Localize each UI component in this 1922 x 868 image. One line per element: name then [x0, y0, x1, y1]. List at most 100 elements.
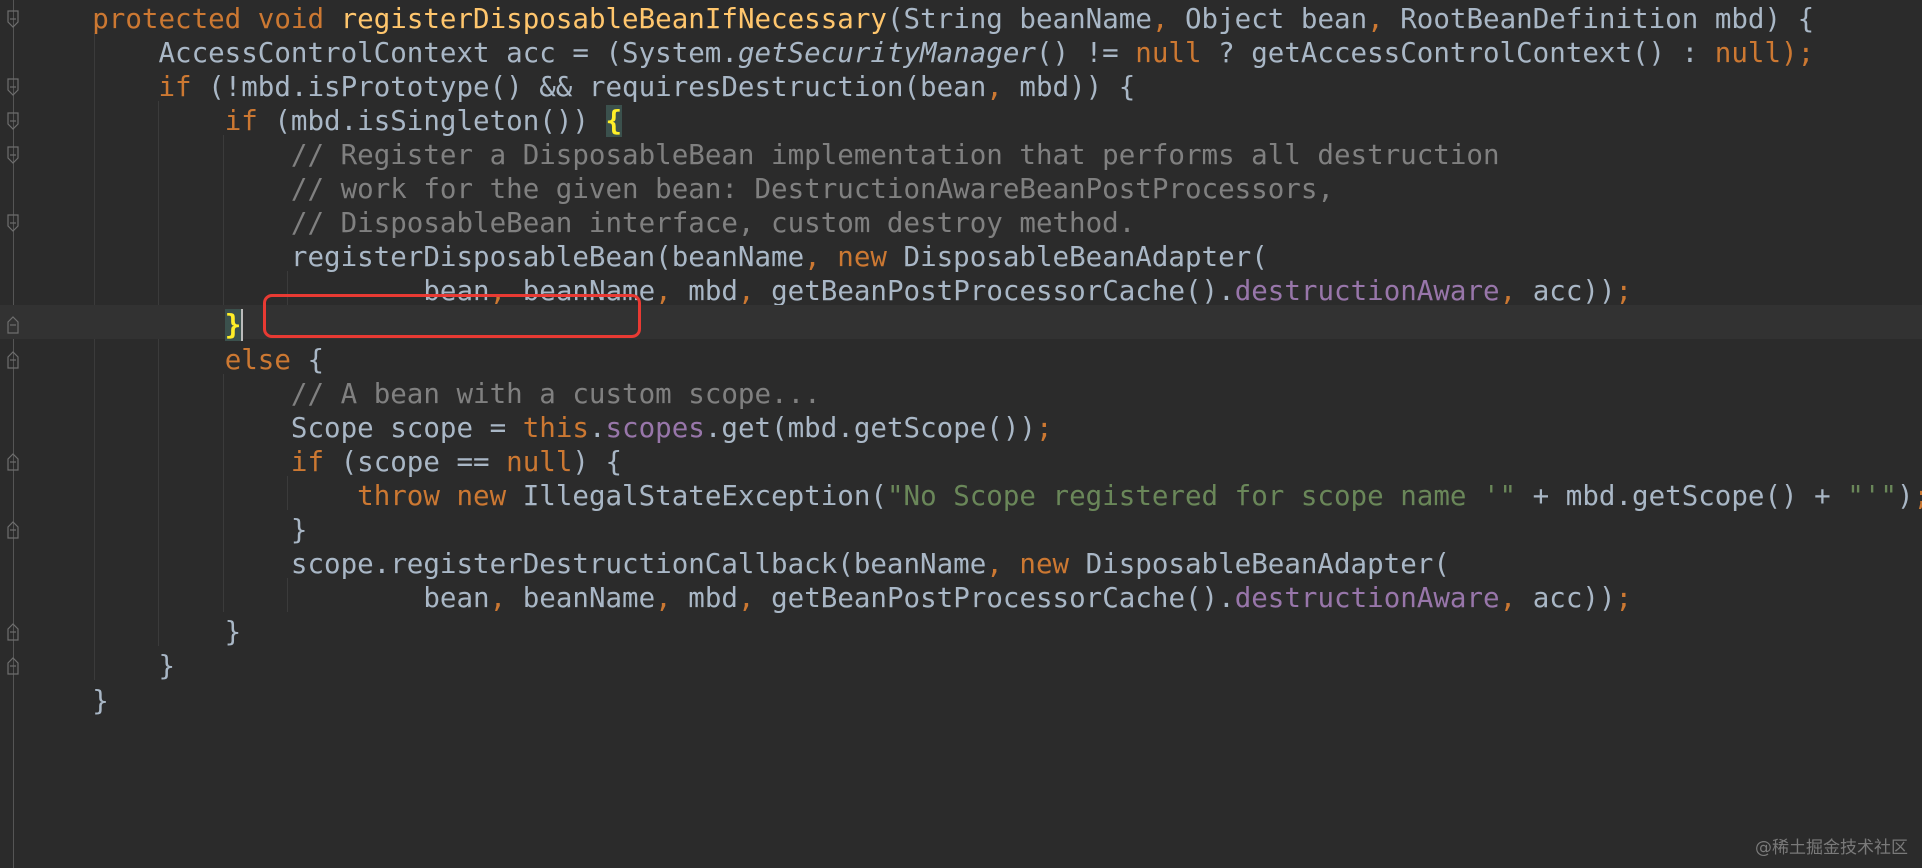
- code-token: getBeanPostProcessorCache().: [771, 275, 1235, 308]
- fold-marker-icon[interactable]: [7, 350, 19, 369]
- code-token: Scope scope =: [26, 411, 523, 444]
- code-token: DisposableBeanAdapter(: [1085, 548, 1450, 581]
- code-token: acc)): [1532, 275, 1616, 308]
- code-line[interactable]: }: [0, 612, 1922, 649]
- code-token: "No Scope registered for scope name '": [886, 479, 1517, 512]
- fold-marker-icon[interactable]: [7, 521, 19, 539]
- code-token: (mbd.isSingleton()): [274, 104, 606, 137]
- fold-marker-icon[interactable]: [7, 78, 19, 96]
- code-text: }: [26, 309, 244, 342]
- code-token: // work for the given bean: DestructionA…: [290, 173, 1334, 205]
- code-token: );: [1781, 36, 1815, 69]
- code-token: ;: [1615, 275, 1633, 308]
- code-text: // Register a DisposableBean implementat…: [26, 139, 1500, 171]
- code-token: (!mbd.isPrototype() && requiresDestructi…: [208, 70, 987, 103]
- code-token: getBeanPostProcessorCache().: [771, 582, 1235, 615]
- code-token: if: [290, 445, 341, 478]
- fold-marker-icon[interactable]: [7, 146, 19, 164]
- fold-marker-icon[interactable]: [7, 657, 19, 675]
- code-editor[interactable]: protected void registerDisposableBeanIfN…: [0, 0, 1922, 868]
- code-token: {: [307, 343, 325, 376]
- code-line[interactable]: }: [0, 510, 1922, 546]
- code-token: ,: [986, 548, 1020, 581]
- code-text: if (mbd.isSingleton()) {: [26, 104, 623, 137]
- code-token: ,: [737, 275, 772, 308]
- code-text: if (scope == null) {: [26, 446, 622, 478]
- code-line[interactable]: bean, beanName, mbd, getBeanPostProcesso…: [0, 578, 1922, 614]
- code-token: "'": [1847, 479, 1897, 512]
- code-line[interactable]: if (mbd.isSingleton()) {: [0, 101, 1922, 137]
- code-token: AccessControlContext acc = (System.: [26, 36, 738, 69]
- annotation-highlight-box: [263, 294, 641, 338]
- code-token: ;: [1914, 480, 1922, 512]
- code-text: protected void registerDisposableBeanIfN…: [26, 3, 1814, 35]
- code-line[interactable]: // A bean with a custom scope...: [0, 374, 1922, 410]
- code-token: throw new: [357, 479, 523, 512]
- code-token: this: [522, 411, 589, 444]
- code-token: null: [506, 445, 573, 478]
- code-text: // work for the given bean: DestructionA…: [26, 173, 1334, 205]
- code-token: mbd)) {: [1019, 70, 1136, 103]
- code-token: destructionAware: [1234, 582, 1500, 615]
- code-token: bean: [26, 582, 490, 615]
- code-token: ,: [804, 241, 838, 274]
- code-token: ,: [489, 582, 523, 615]
- code-line[interactable]: }: [0, 681, 1922, 717]
- code-line[interactable]: }: [0, 646, 1922, 682]
- code-text: scope.registerDestructionCallback(beanNa…: [26, 548, 1450, 580]
- code-line[interactable]: // Register a DisposableBean implementat…: [0, 135, 1922, 171]
- code-line[interactable]: AccessControlContext acc = (System.getSe…: [0, 33, 1922, 69]
- code-token: ,: [655, 275, 689, 308]
- code-token: ? getAccessControlContext() :: [1218, 36, 1715, 69]
- code-token: else: [224, 343, 308, 376]
- fold-marker-icon[interactable]: [7, 9, 19, 28]
- code-line[interactable]: // DisposableBean interface, custom dest…: [0, 203, 1922, 239]
- code-token: () !=: [1035, 36, 1136, 69]
- code-line[interactable]: // work for the given bean: DestructionA…: [0, 169, 1922, 205]
- code-token: ,: [1499, 582, 1533, 615]
- code-text: AccessControlContext acc = (System.getSe…: [26, 37, 1814, 69]
- code-token: IllegalStateException(: [522, 479, 887, 512]
- code-token: destructionAware: [1234, 275, 1500, 308]
- code-token: }: [26, 616, 242, 649]
- code-line[interactable]: if (!mbd.isPrototype() && requiresDestru…: [0, 67, 1922, 103]
- code-line[interactable]: registerDisposableBean(beanName, new Dis…: [0, 237, 1922, 274]
- code-line[interactable]: Scope scope = this.scopes.get(mbd.getSco…: [0, 408, 1922, 444]
- code-token: .get(mbd.getScope()): [704, 411, 1036, 444]
- code-text: if (!mbd.isPrototype() && requiresDestru…: [26, 71, 1135, 103]
- code-line[interactable]: else {: [0, 340, 1922, 376]
- code-line[interactable]: protected void registerDisposableBeanIfN…: [0, 0, 1922, 35]
- code-token: ;: [1615, 582, 1633, 615]
- code-text: }: [26, 650, 175, 682]
- code-text: // A bean with a custom scope...: [26, 378, 821, 410]
- code-token: // Register a DisposableBean implementat…: [290, 138, 1500, 171]
- code-token: protected void: [92, 2, 341, 35]
- code-token: (String beanName: [886, 2, 1152, 35]
- code-text: }: [26, 685, 109, 717]
- code-token: ) {: [572, 445, 623, 478]
- code-token: }: [224, 309, 242, 342]
- code-text: // DisposableBean interface, custom dest…: [26, 207, 1135, 239]
- code-token: {: [605, 104, 623, 137]
- fold-marker-icon[interactable]: [7, 214, 19, 232]
- fold-marker-icon[interactable]: [7, 452, 19, 471]
- text-caret: [241, 309, 244, 342]
- code-token: }: [26, 684, 109, 717]
- fold-marker-icon[interactable]: [7, 316, 19, 334]
- code-text: else {: [26, 344, 324, 376]
- code-line[interactable]: throw new IllegalStateException("No Scop…: [0, 476, 1922, 512]
- fold-marker-icon[interactable]: [7, 112, 19, 130]
- code-text: bean, beanName, mbd, getBeanPostProcesso…: [26, 582, 1632, 614]
- code-token: acc)): [1532, 582, 1616, 615]
- code-line[interactable]: if (scope == null) {: [0, 442, 1922, 478]
- code-token: ;: [1035, 411, 1053, 444]
- fold-marker-icon[interactable]: [7, 623, 19, 641]
- code-line[interactable]: scope.registerDestructionCallback(beanNa…: [0, 544, 1922, 580]
- watermark-text: @稀土掘金技术社区: [1755, 838, 1908, 858]
